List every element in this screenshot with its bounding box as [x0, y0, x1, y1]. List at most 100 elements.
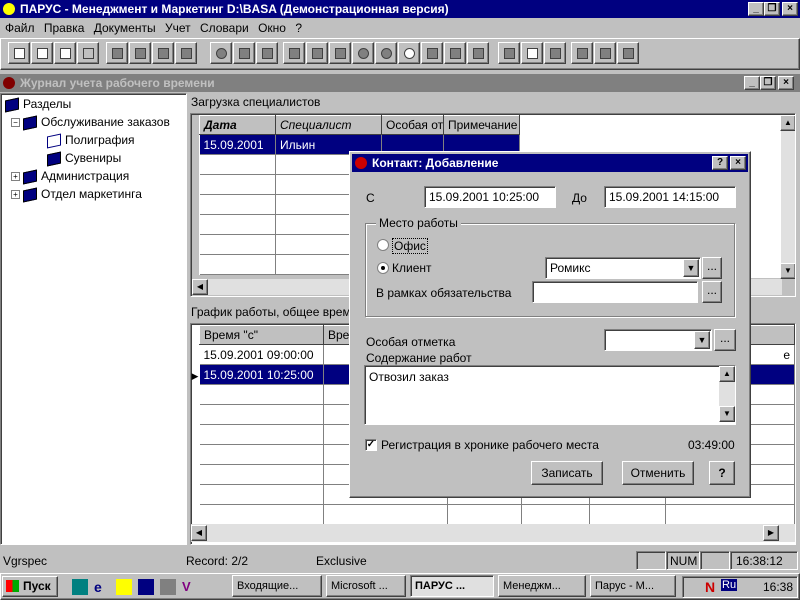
menu-window[interactable]: Окно [255, 19, 289, 37]
tree-item-souvenirs[interactable]: Сувениры [47, 149, 121, 167]
special-mark-lookup-button[interactable]: ... [714, 329, 736, 351]
scroll-up-icon[interactable]: ▲ [719, 366, 735, 382]
menu-file[interactable]: Файл [2, 19, 38, 37]
child-minimize-icon[interactable]: _ [744, 76, 760, 90]
quick-launch-icon[interactable] [116, 579, 132, 595]
app-title-bar[interactable]: ПАРУС - Менеджмент и Маркетинг D:\BASA (… [0, 0, 800, 18]
tray-clock[interactable]: 16:38 [763, 580, 793, 594]
quick-launch-icon[interactable] [72, 579, 88, 595]
vertical-scrollbar[interactable]: ▲ ▼ [780, 115, 795, 279]
edit-icon[interactable] [54, 42, 76, 64]
help-icon[interactable]: ? [712, 156, 728, 170]
cell-time-from[interactable]: 15.09.2001 09:00:00 [199, 344, 324, 365]
minimize-icon[interactable]: _ [748, 2, 764, 16]
archive-icon[interactable] [544, 42, 566, 64]
app-icon[interactable] [3, 3, 15, 15]
filter-icon[interactable] [106, 42, 128, 64]
scroll-right-icon[interactable]: ▶ [763, 525, 779, 541]
refresh-icon[interactable] [210, 42, 232, 64]
folder-icon[interactable] [571, 42, 593, 64]
tasks-icon[interactable] [467, 42, 489, 64]
scroll-down-icon[interactable]: ▼ [719, 406, 735, 422]
quick-launch-icon[interactable] [138, 579, 154, 595]
close-icon[interactable]: × [782, 2, 798, 16]
mark-icon[interactable] [152, 42, 174, 64]
chart-icon[interactable] [444, 42, 466, 64]
start-button[interactable]: Пуск [2, 576, 58, 597]
client-select[interactable]: Ромикс [545, 257, 701, 279]
menu-documents[interactable]: Документы [91, 19, 159, 37]
quick-launch-icon[interactable]: V [182, 579, 198, 595]
settings-icon[interactable] [498, 42, 520, 64]
register-label[interactable]: Регистрация в хронике рабочего места [381, 438, 599, 452]
report-icon[interactable] [329, 42, 351, 64]
wrench-icon[interactable] [594, 42, 616, 64]
task-inbox[interactable]: Входящие... [232, 575, 322, 597]
col-specialist[interactable]: Специалист [275, 115, 382, 135]
col-time-from[interactable]: Время "с" [199, 325, 324, 345]
sort-icon[interactable] [233, 42, 255, 64]
cancel-button[interactable]: Отменить [622, 461, 694, 485]
menu-accounting[interactable]: Учет [162, 19, 194, 37]
group-icon[interactable] [375, 42, 397, 64]
dialog-title-bar[interactable]: Контакт: Добавление ? × [352, 154, 748, 172]
close-icon[interactable]: × [730, 156, 746, 170]
ie-icon[interactable]: e [94, 579, 110, 595]
help-button[interactable]: ? [709, 461, 735, 485]
child-close-icon[interactable]: × [778, 76, 794, 90]
client-lookup-button[interactable]: ... [702, 257, 722, 279]
menu-dictionaries[interactable]: Словари [197, 19, 252, 37]
document-icon[interactable] [306, 42, 328, 64]
delete-icon[interactable] [77, 42, 99, 64]
to-datetime-input[interactable]: 15.09.2001 14:15:00 [604, 186, 736, 208]
scroll-left-icon[interactable]: ◀ [191, 525, 207, 541]
chevron-down-icon[interactable]: ▼ [683, 259, 699, 277]
radio-office-label[interactable]: Офис [392, 238, 428, 254]
menu-help[interactable]: ? [292, 19, 305, 37]
table-row[interactable] [199, 504, 795, 525]
tool-icon[interactable] [283, 42, 305, 64]
radio-client[interactable] [377, 262, 389, 274]
tree-item-printing[interactable]: Полиграфия [47, 131, 135, 149]
scroll-up-icon[interactable]: ▲ [780, 115, 795, 131]
tree-item-administration[interactable]: + Администрация [11, 167, 129, 185]
col-date[interactable]: Дата [199, 115, 276, 135]
clock-icon[interactable] [398, 42, 420, 64]
cell-date[interactable]: 15.09.2001 [199, 134, 276, 155]
tray-language[interactable]: Ru [721, 579, 738, 591]
col-special-mark[interactable]: Особая от [381, 115, 444, 135]
work-content-textarea[interactable]: Отвозил заказ ▲ ▼ [364, 365, 736, 425]
copy-icon[interactable] [31, 42, 53, 64]
exit-icon[interactable] [617, 42, 639, 64]
scroll-left-icon[interactable]: ◀ [192, 279, 208, 295]
collapse-icon[interactable]: − [11, 118, 20, 128]
commitment-lookup-button[interactable]: ... [702, 281, 722, 303]
task-word[interactable]: Microsoft ... [326, 575, 406, 597]
find-icon[interactable] [256, 42, 278, 64]
tray-n-icon[interactable]: N [705, 579, 715, 595]
task-parus-help[interactable]: Парус - М... [590, 575, 676, 597]
calculator-icon[interactable] [521, 42, 543, 64]
menu-edit[interactable]: Правка [41, 19, 88, 37]
radio-client-label[interactable]: Клиент [392, 261, 432, 275]
task-manager[interactable]: Менеджм... [498, 575, 586, 597]
chevron-down-icon[interactable]: ▼ [694, 331, 710, 349]
register-checkbox[interactable]: ✓ [365, 439, 377, 451]
child-window-icon[interactable] [3, 77, 15, 89]
print-icon[interactable] [175, 42, 197, 64]
calendar-icon[interactable] [421, 42, 443, 64]
save-button[interactable]: Записать [531, 461, 603, 485]
restore-icon[interactable]: ❐ [764, 2, 780, 16]
commitment-input[interactable] [532, 281, 698, 303]
cell-time-from[interactable]: 15.09.2001 10:25:00 [199, 364, 324, 385]
horizontal-scrollbar[interactable]: ◀ ▶ [191, 524, 795, 542]
tree-item-marketing[interactable]: + Отдел маркетинга [11, 185, 142, 203]
child-window-title-bar[interactable]: Журнал учета рабочего времени _ ❐ × [0, 74, 800, 92]
textarea-scrollbar[interactable]: ▲ ▼ [719, 366, 735, 422]
expand-icon[interactable]: + [11, 172, 20, 182]
quick-launch-icon[interactable] [160, 579, 176, 595]
user-icon[interactable] [352, 42, 374, 64]
new-icon[interactable] [8, 42, 30, 64]
radio-office[interactable] [377, 239, 389, 251]
col-note[interactable]: Примечание [443, 115, 520, 135]
